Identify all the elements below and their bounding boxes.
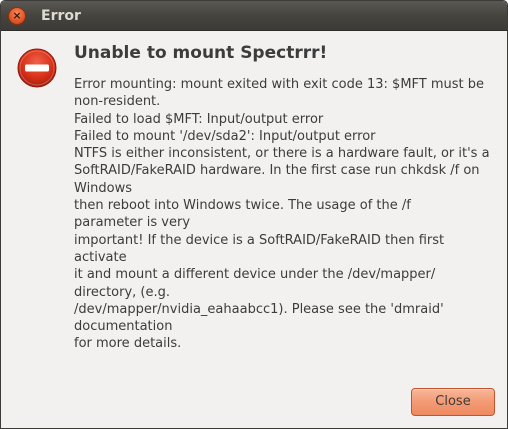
window-title: Error	[41, 8, 81, 24]
error-message-line: NTFS is either inconsistent, or there is…	[74, 146, 490, 162]
error-message-line: SoftRAID/FakeRAID hardware. In the first…	[74, 163, 480, 179]
error-message-line: Failed to mount '/dev/sda2': Input/outpu…	[74, 128, 376, 144]
error-message-line: parameter is very	[74, 215, 191, 231]
window-close-icon[interactable]: ×	[8, 7, 26, 25]
error-message-line: important! If the device is a SoftRAID/F…	[74, 232, 445, 248]
error-message-line: /dev/mapper/nvidia_eahaabcc1). Please se…	[74, 301, 444, 317]
dialog-content: Unable to mount Spectrrr! Error mounting…	[1, 31, 507, 428]
error-message: Error mounting: mount exited with exit c…	[74, 76, 502, 353]
error-message-line: it and mount a different device under th…	[74, 267, 436, 283]
error-message-line: then reboot into Windows twice. The usag…	[74, 198, 411, 214]
error-message-line: for more details.	[74, 336, 182, 352]
close-button[interactable]: Close	[411, 388, 495, 416]
error-message-line: directory, (e.g.	[74, 284, 171, 300]
error-message-line: non-resident.	[74, 94, 161, 110]
error-dialog-window: × Error Unable to mount Spectrrr! Error …	[0, 0, 508, 429]
error-message-line: Error mounting: mount exited with exit c…	[74, 77, 485, 92]
error-message-line: activate	[74, 249, 127, 265]
titlebar: × Error	[1, 1, 507, 31]
error-message-line: Failed to load $MFT: Input/output error	[74, 111, 324, 127]
dialog-heading: Unable to mount Spectrrr!	[74, 43, 328, 63]
error-icon	[17, 48, 57, 88]
error-message-line: documentation	[74, 319, 173, 335]
error-message-line: Windows	[74, 180, 133, 196]
